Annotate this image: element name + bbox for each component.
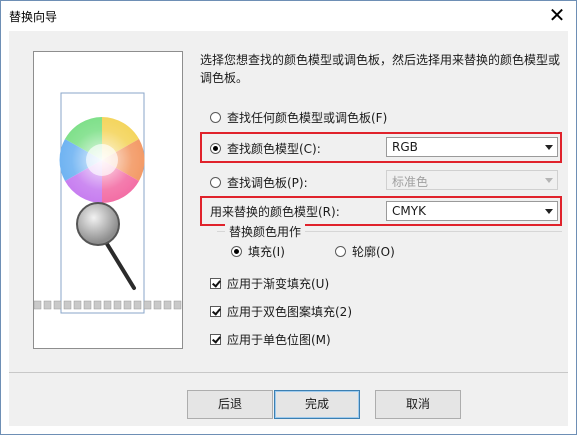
close-icon[interactable]: ✕: [544, 3, 570, 27]
gradient-fill-label: 应用于渐变填充(U): [227, 276, 330, 291]
replace-model-dropdown[interactable]: CMYK: [386, 201, 558, 221]
finish-button[interactable]: 完成: [274, 390, 360, 419]
title-bar: 替换向导 ✕: [1, 1, 576, 30]
gradient-fill-checkbox-row[interactable]: 应用于渐变填充(U): [210, 273, 329, 293]
preview-illustration: [33, 51, 183, 349]
footer-divider: [9, 372, 568, 373]
replace-wizard-dialog: 替换向导 ✕ 选择您想查找的颜色模型或调色板，然后选择用来替换的颜色模型或调色板…: [0, 0, 577, 435]
outline-label: 轮廓(O): [352, 244, 395, 259]
find-model-option[interactable]: 查找颜色模型(C):: [210, 138, 321, 158]
replace-as-group-label: 替换颜色用作: [225, 223, 306, 240]
fill-radio[interactable]: [231, 245, 242, 257]
chevron-down-icon: [545, 209, 553, 214]
outline-radio[interactable]: [335, 245, 346, 257]
chevron-down-icon: [545, 145, 553, 150]
replace-model-row: 用来替换的颜色模型(R):: [210, 201, 340, 221]
find-palette-option[interactable]: 查找调色板(P):: [210, 172, 308, 192]
dialog-title: 替换向导: [9, 10, 58, 24]
find-palette-value: 标准色: [392, 175, 429, 189]
find-any-radio[interactable]: [210, 111, 221, 123]
chevron-down-icon: [545, 178, 553, 183]
outline-option[interactable]: 轮廓(O): [335, 241, 395, 261]
fill-option[interactable]: 填充(I): [231, 241, 285, 261]
replace-model-value: CMYK: [392, 204, 426, 218]
back-button[interactable]: 后退: [187, 390, 273, 419]
replace-model-label: 用来替换的颜色模型(R):: [210, 204, 340, 219]
find-palette-radio[interactable]: [210, 176, 221, 188]
fill-label: 填充(I): [248, 244, 285, 259]
monochrome-bitmap-checkbox-row[interactable]: 应用于单色位图(M): [210, 329, 331, 349]
color-wheel-magnifier-icon: [33, 92, 182, 314]
find-model-value: RGB: [392, 140, 418, 154]
two-color-pattern-checkbox-row[interactable]: 应用于双色图案填充(2): [210, 301, 352, 321]
find-model-label: 查找颜色模型(C):: [227, 141, 321, 156]
find-palette-dropdown: 标准色: [386, 170, 558, 190]
cancel-button[interactable]: 取消: [375, 390, 461, 419]
instruction-text: 选择您想查找的颜色模型或调色板，然后选择用来替换的颜色模型或调色板。: [200, 53, 561, 85]
two-color-pattern-label: 应用于双色图案填充(2): [227, 304, 352, 319]
find-any-option[interactable]: 查找任何颜色模型或调色板(F): [210, 107, 387, 127]
monochrome-bitmap-label: 应用于单色位图(M): [227, 332, 331, 347]
gradient-fill-checkbox[interactable]: [210, 277, 221, 289]
find-model-dropdown[interactable]: RGB: [386, 137, 558, 157]
find-any-label: 查找任何颜色模型或调色板(F): [227, 110, 388, 125]
find-model-radio[interactable]: [210, 142, 221, 154]
two-color-pattern-checkbox[interactable]: [210, 305, 221, 317]
dialog-body: 选择您想查找的颜色模型或调色板，然后选择用来替换的颜色模型或调色板。 查找任何颜…: [9, 31, 568, 426]
monochrome-bitmap-checkbox[interactable]: [210, 333, 221, 345]
find-palette-label: 查找调色板(P):: [227, 175, 308, 190]
